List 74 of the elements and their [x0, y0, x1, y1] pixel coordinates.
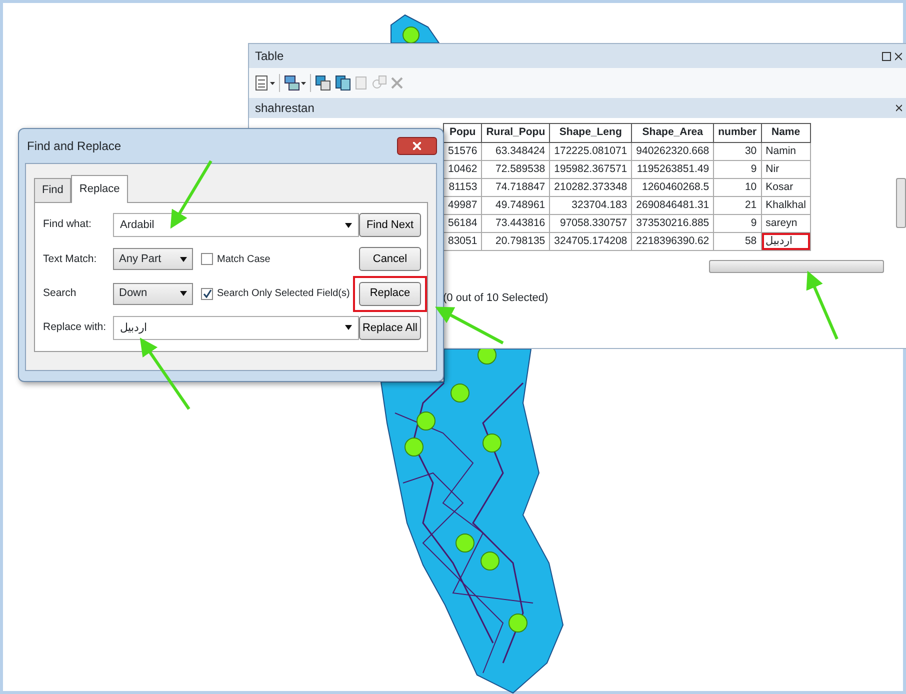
table-cell: 74.718847	[482, 178, 550, 196]
tab[interactable]: Find	[34, 178, 72, 202]
table-cell: 58	[714, 232, 762, 250]
table-cell: 73.443816	[482, 214, 550, 232]
table-cell: 373530216.885	[632, 214, 714, 232]
dropdown-arrow-icon	[180, 291, 187, 296]
table-cell: 9	[714, 214, 762, 232]
table-cell: Khalkhal	[761, 196, 810, 214]
checkbox[interactable]	[201, 288, 213, 300]
table-cell: 2690846481.31	[632, 196, 714, 214]
button[interactable]: Replace	[359, 282, 421, 306]
dropdown-arrow-icon	[345, 325, 352, 330]
input-field[interactable]: اردبیل	[113, 316, 359, 340]
field-label: Replace with:	[43, 320, 108, 335]
button[interactable]: Find Next	[359, 213, 421, 238]
table-cell: 63.348424	[482, 142, 550, 160]
table-cell: 172225.081071	[550, 142, 632, 160]
annotation-arrow	[806, 270, 838, 340]
field-label: Find what:	[43, 217, 92, 232]
field-label: Search	[43, 286, 78, 301]
dropdown[interactable]: Down	[113, 282, 193, 305]
table-cell: 940262320.668	[632, 142, 714, 160]
close-icon	[413, 142, 421, 150]
table-cell: 195982.367571	[550, 160, 632, 178]
table-cell: 1260460268.5	[632, 178, 714, 196]
field-label: Text Match:	[43, 252, 98, 266]
dropdown[interactable]: Any Part	[113, 248, 193, 270]
status-text: (0 out of 10 Selected)	[443, 291, 548, 306]
dropdown-arrow-icon	[180, 256, 187, 262]
table-cell: 323704.183	[550, 196, 632, 214]
input-field[interactable]: Ardabil	[113, 213, 359, 238]
close-icon[interactable]	[896, 104, 902, 112]
vertical-scrollbar[interactable]	[896, 178, 906, 228]
table-cell: 10	[714, 178, 762, 196]
table-cell: 9	[714, 160, 762, 178]
column-header[interactable]: Shape_Area	[632, 124, 714, 142]
checkbox[interactable]	[201, 253, 213, 266]
maximize-icon[interactable]	[882, 52, 891, 60]
table-cell: 97058.330757	[550, 214, 632, 232]
column-header[interactable]: Shape_Leng	[550, 124, 632, 142]
table-cell: 1195263851.49	[632, 160, 714, 178]
column-header[interactable]: number	[714, 124, 762, 142]
horizontal-scrollbar[interactable]	[709, 260, 884, 273]
checkbox-label: Match Case	[217, 252, 270, 267]
close-icon[interactable]	[895, 52, 902, 60]
table-cell: Kosar	[761, 178, 810, 196]
table-cell: 72.589538	[482, 160, 550, 178]
table-cell: 49.748961	[482, 196, 550, 214]
dropdown-arrow-icon	[345, 222, 352, 228]
checkbox-label: Search Only Selected Field(s)	[217, 287, 350, 302]
table-cell: 30	[714, 142, 762, 160]
table-cell: اردبیل	[761, 232, 810, 250]
table-cell: sareyn	[761, 214, 810, 232]
table-cell: 21	[714, 196, 762, 214]
annotation-arrow	[435, 306, 504, 344]
table-cell: 20.798135	[482, 232, 550, 250]
close-button[interactable]	[397, 137, 437, 155]
table-cell: 2218396390.62	[632, 232, 714, 250]
tab[interactable]: Replace	[71, 175, 128, 202]
column-header[interactable]: Name	[761, 124, 810, 142]
map-fragment	[390, 14, 440, 44]
table-cell: 324705.174208	[550, 232, 632, 250]
table-options-icon[interactable]	[255, 75, 275, 91]
layer-tab[interactable]: shahrestan	[255, 99, 314, 117]
annotation-arrow	[170, 160, 212, 229]
column-header[interactable]: Rural_Popu	[482, 124, 550, 142]
button[interactable]: Cancel	[359, 247, 421, 272]
table-cell: Namin	[761, 142, 810, 160]
window-title: Table	[255, 48, 284, 65]
table-cell: Nir	[761, 160, 810, 178]
dialog-title: Find and Replace	[27, 138, 122, 155]
table-cell: 210282.373348	[550, 178, 632, 196]
button[interactable]: Replace All	[359, 316, 421, 340]
column-header[interactable]: Popu	[444, 124, 482, 142]
